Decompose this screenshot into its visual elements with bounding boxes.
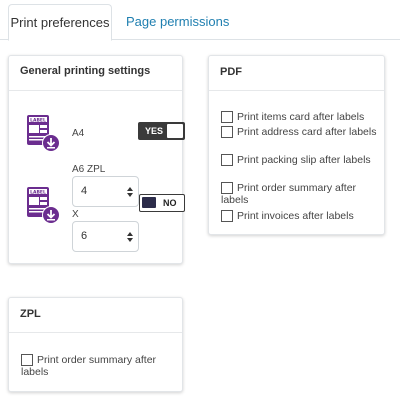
checkbox[interactable] [221,154,233,166]
format-a4-label: A4 [72,128,85,139]
checkbox[interactable] [221,126,233,138]
zpl-option-order-summary[interactable]: Print order summary after labels [21,354,181,378]
pdf-option-packing-slip[interactable]: Print packing slip after labels [221,154,381,166]
card-divider [9,332,182,333]
a4-toggle[interactable]: YES [138,122,185,140]
option-label: Print address card after labels [237,126,377,138]
pdf-option-items-card[interactable]: Print items card after labels [221,111,381,123]
zpl-title: ZPL [20,308,41,320]
option-label: Print invoices after labels [237,210,354,222]
pdf-card: PDF Print items card after labels Print … [208,55,385,235]
checkbox[interactable] [221,111,233,123]
card-divider [9,90,182,91]
dimension-separator: X [72,209,79,220]
a6-zpl-toggle[interactable]: NO [139,194,185,212]
svg-text:LABEL: LABEL [30,190,46,196]
spinner-arrows-icon[interactable] [127,186,133,198]
tab-print-preferences[interactable]: Print preferences [8,4,112,41]
checkbox[interactable] [221,210,233,222]
pdf-option-invoices[interactable]: Print invoices after labels [221,210,381,222]
toggle-knob [167,124,183,138]
general-printing-settings-card: General printing settings LABEL A4 YES A… [8,55,185,264]
label-download-icon: LABEL [26,186,64,228]
svg-text:LABEL: LABEL [30,118,46,124]
label-download-icon: LABEL [26,114,64,156]
option-label: Print order summary after labels [221,182,357,206]
label-height-value: 6 [81,230,88,242]
checkbox[interactable] [221,182,233,194]
option-label: Print packing slip after labels [237,154,371,166]
pdf-option-address-card[interactable]: Print address card after labels [221,126,381,138]
card-divider [209,90,384,91]
tab-bar: Print preferences Page permissions [0,0,400,41]
option-label: Print items card after labels [237,111,365,123]
label-width-input[interactable]: 4 [72,176,139,207]
toggle-state-label: YES [145,126,164,136]
toggle-state-label: NO [163,198,177,208]
option-label: Print order summary after labels [21,354,157,378]
label-width-value: 4 [81,185,88,197]
checkbox[interactable] [21,354,33,366]
pdf-title: PDF [220,66,242,78]
format-a6-zpl-label: A6 ZPL [72,164,106,175]
toggle-knob [142,197,156,208]
pdf-option-order-summary[interactable]: Print order summary after labels [221,182,381,206]
general-printing-settings-title: General printing settings [20,65,151,77]
label-height-input[interactable]: 6 [72,221,139,252]
zpl-card: ZPL Print order summary after labels [8,297,183,392]
spinner-arrows-icon[interactable] [127,231,133,243]
tab-page-permissions[interactable]: Page permissions [114,4,241,41]
